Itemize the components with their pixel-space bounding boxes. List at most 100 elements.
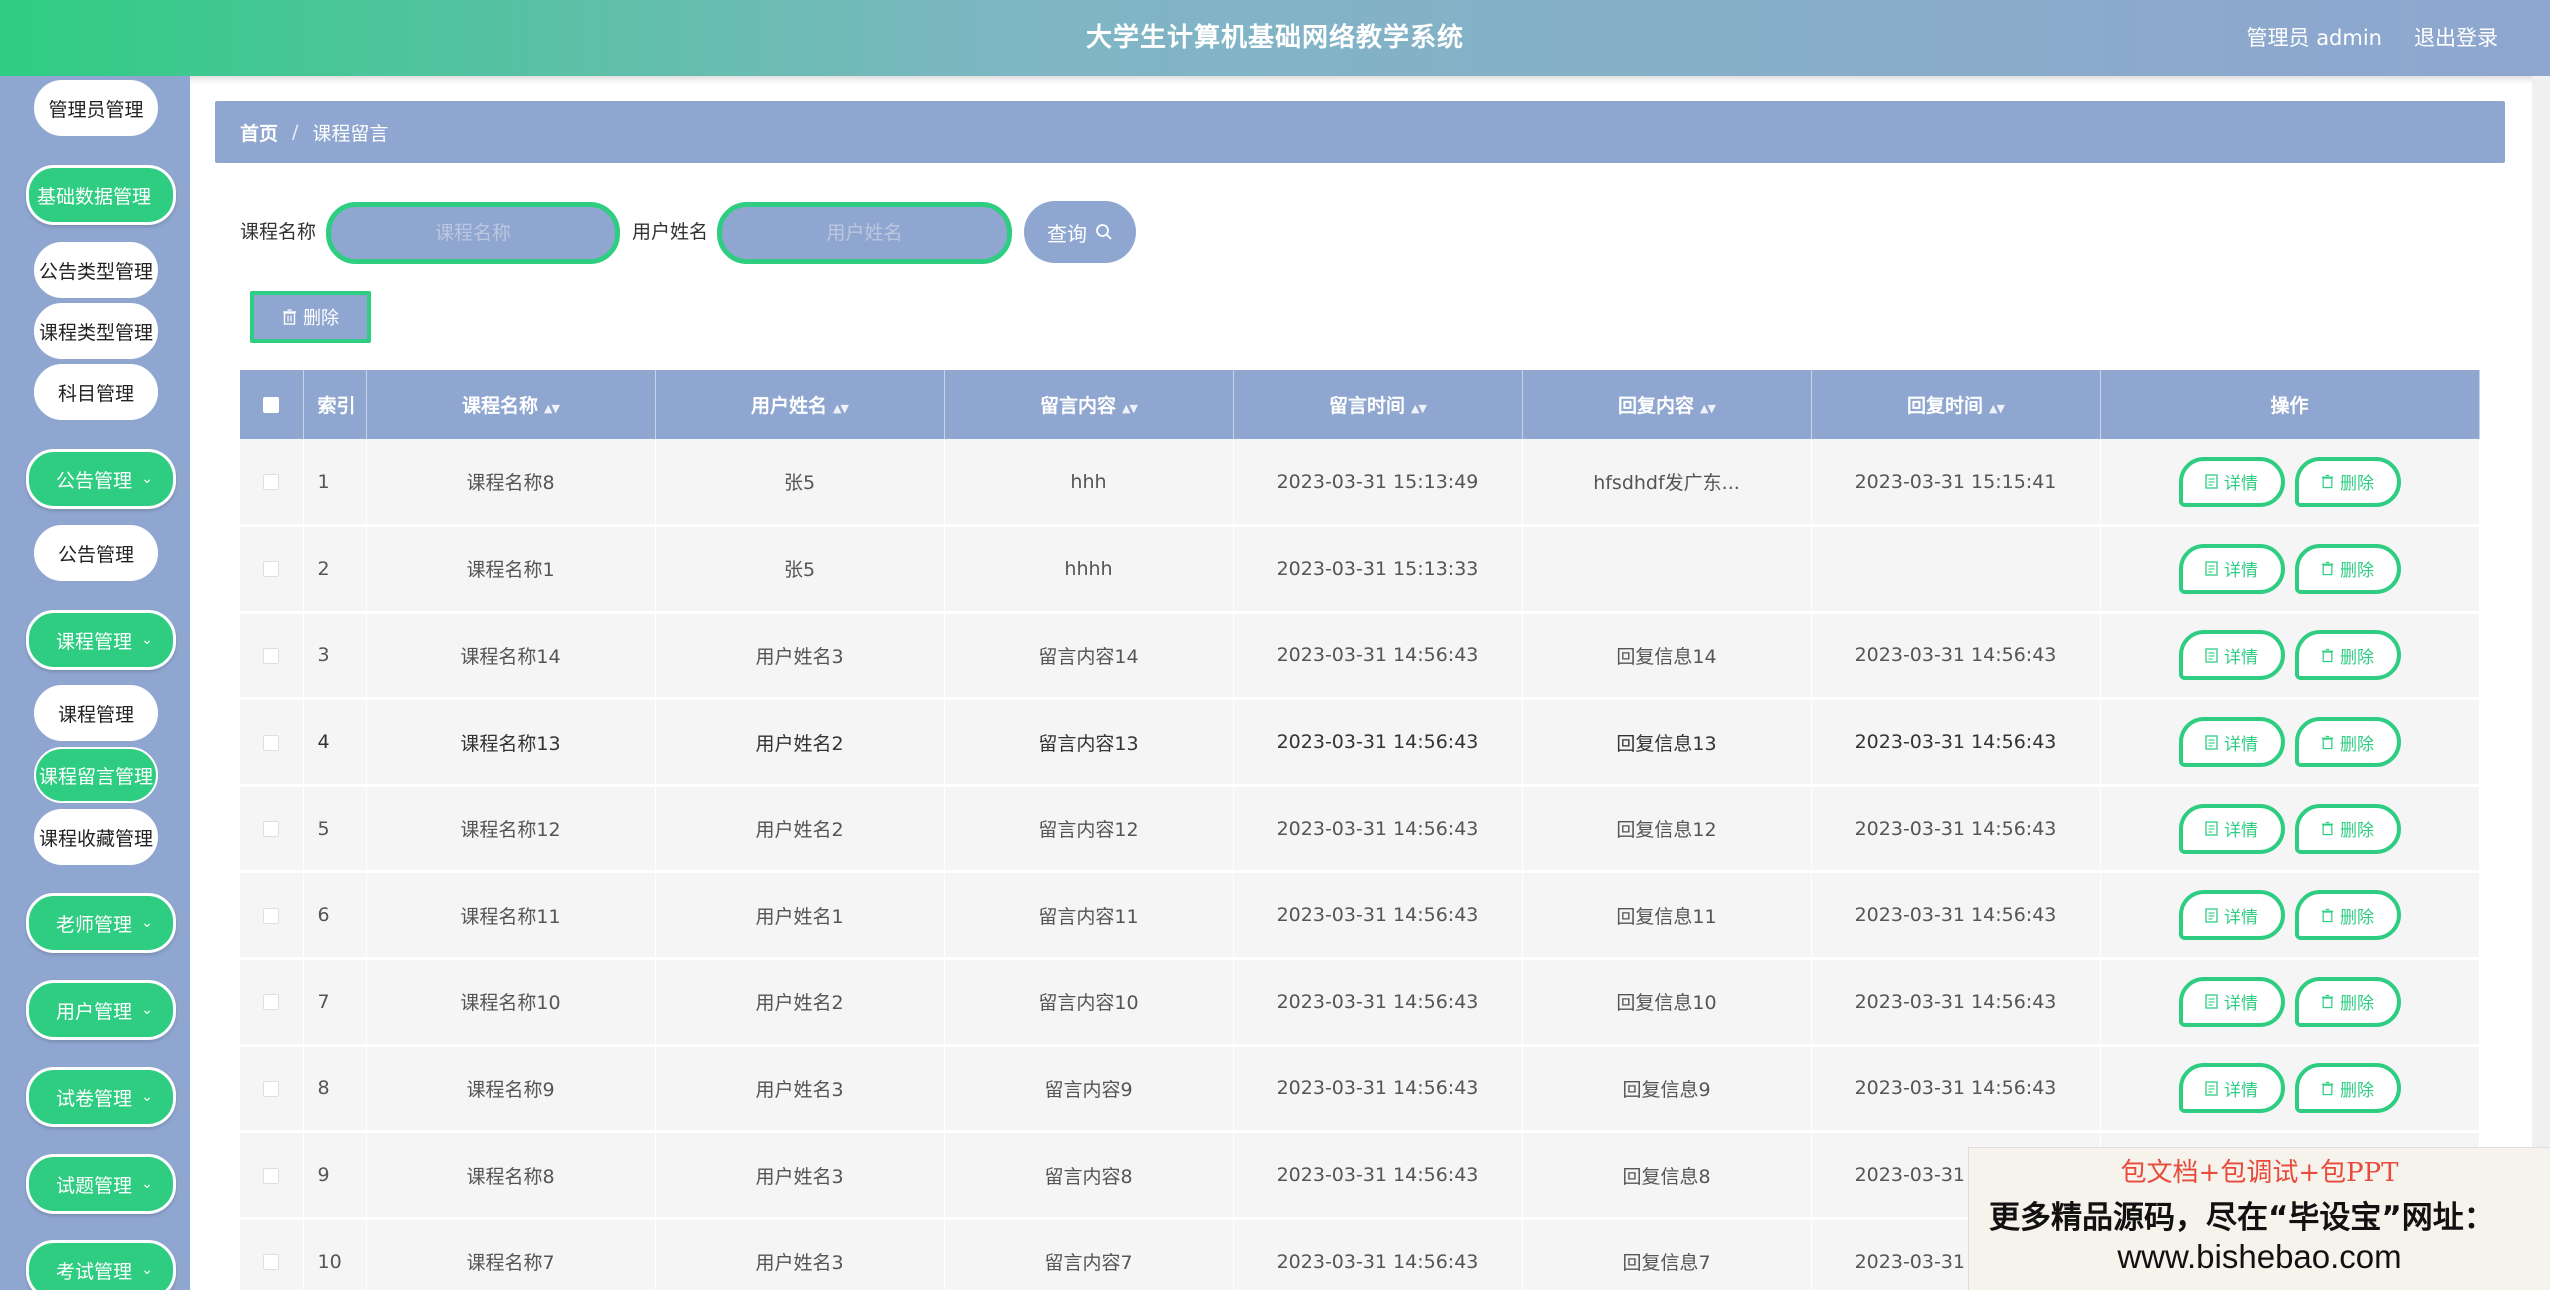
delete-button[interactable]: 删除 <box>2294 1063 2401 1114</box>
delete-button[interactable]: 删除 <box>2294 543 2401 594</box>
column-header-2[interactable]: 用户姓名 ▲▼ <box>655 370 945 439</box>
ad-banner: 包文档+包调试+包PPT 更多精品源码，尽在“毕设宝”网址： www.bishe… <box>1968 1147 2550 1290</box>
row-checkbox[interactable] <box>263 1167 280 1184</box>
query-button[interactable]: 查询 <box>1024 201 1136 263</box>
column-header-label: 留言时间 <box>1329 395 1406 417</box>
batch-delete-button[interactable]: 删除 <box>250 291 371 343</box>
sidebar-item-label: 考试管理 <box>55 1260 132 1283</box>
table-cell: 2023-03-31 14:56:43 <box>1233 785 1523 874</box>
sidebar-item-10[interactable]: 课程收藏管理 <box>34 809 158 865</box>
course-name-input[interactable] <box>326 202 620 264</box>
table-cell: 回复信息8 <box>1522 1131 1812 1220</box>
trash-icon <box>2321 821 2334 836</box>
page-scrollbar[interactable] <box>2532 76 2550 1290</box>
sidebar-item-0[interactable]: 管理员管理 <box>34 80 158 136</box>
detail-button[interactable]: 详情 <box>2178 543 2285 594</box>
delete-label: 删除 <box>2340 561 2374 582</box>
delete-label: 删除 <box>2340 821 2374 842</box>
sidebar-item-7[interactable]: 课程管理 ⌄ <box>26 610 176 670</box>
sidebar-item-1[interactable]: 基础数据管理 ⌄ <box>26 165 176 225</box>
column-header-1[interactable]: 课程名称 ▲▼ <box>366 370 656 439</box>
delete-button[interactable]: 删除 <box>2294 890 2401 941</box>
column-header-5[interactable]: 回复内容 ▲▼ <box>1522 370 1812 439</box>
logout-link[interactable]: 退出登录 <box>2414 0 2498 76</box>
detail-button[interactable]: 详情 <box>2178 976 2285 1027</box>
sidebar-item-4[interactable]: 科目管理 <box>34 364 158 420</box>
row-select-cell <box>240 698 304 787</box>
column-header-label: 留言内容 <box>1040 395 1117 417</box>
sidebar-item-8[interactable]: 课程管理 <box>34 685 158 741</box>
sidebar-item-6[interactable]: 公告管理 <box>34 525 158 581</box>
table-cell: 6 <box>303 871 367 961</box>
table-header-row: 索引 课程名称 ▲▼ 用户姓名 ▲▼ 留言内容 ▲▼ 留言时间 ▲▼ 回复内容 ▲▼ 回复时间 ▲▼ 操作 <box>240 370 2480 439</box>
detail-button[interactable]: 详情 <box>2178 717 2285 768</box>
ad-url: www.bishebao.com <box>2117 1238 2402 1275</box>
sidebar-item-5[interactable]: 公告管理 ⌄ <box>26 449 176 509</box>
table-cell: 课程名称12 <box>366 785 656 874</box>
sidebar-item-2[interactable]: 公告类型管理 <box>34 242 158 298</box>
table-cell: 留言内容11 <box>944 871 1234 961</box>
row-select-cell <box>240 785 304 874</box>
table-cell: 课程名称11 <box>366 871 656 961</box>
delete-button[interactable]: 删除 <box>2294 456 2401 507</box>
delete-button[interactable]: 删除 <box>2294 976 2401 1027</box>
sidebar-item-label: 公告管理 <box>55 469 132 492</box>
sidebar-item-11[interactable]: 老师管理 ⌄ <box>26 893 176 953</box>
ad-line-1: 包文档+包调试+包PPT <box>2120 1158 2399 1188</box>
table-cell: 张5 <box>655 525 945 614</box>
row-checkbox[interactable] <box>263 474 280 491</box>
detail-button[interactable]: 详情 <box>2178 630 2285 681</box>
table-cell: 用户姓名2 <box>655 698 945 787</box>
sidebar-item-12[interactable]: 用户管理 ⌄ <box>26 980 176 1040</box>
detail-button[interactable]: 详情 <box>2178 890 2285 941</box>
detail-label: 详情 <box>2224 821 2258 842</box>
user-name-label: 用户姓名 <box>632 221 709 243</box>
row-checkbox[interactable] <box>263 561 280 578</box>
delete-button[interactable]: 删除 <box>2294 717 2401 768</box>
delete-button[interactable]: 删除 <box>2294 803 2401 854</box>
row-checkbox[interactable] <box>263 734 280 751</box>
row-select-cell <box>240 1045 304 1134</box>
detail-button[interactable]: 详情 <box>2178 1063 2285 1114</box>
row-checkbox[interactable] <box>263 647 280 664</box>
row-checkbox[interactable] <box>263 907 280 924</box>
chevron-down-icon: ⌄ <box>141 471 153 487</box>
sort-icon[interactable]: ▲▼ <box>1989 402 2005 415</box>
sidebar-item-9[interactable]: 课程留言管理 <box>34 747 158 803</box>
sidebar-item-13[interactable]: 试卷管理 ⌄ <box>26 1067 176 1127</box>
sort-icon[interactable]: ▲▼ <box>1411 402 1427 415</box>
sort-icon[interactable]: ▲▼ <box>1122 402 1138 415</box>
sidebar-item-14[interactable]: 试题管理 ⌄ <box>26 1154 176 1214</box>
sidebar-item-label: 试题管理 <box>55 1174 132 1197</box>
column-header-3[interactable]: 留言内容 ▲▼ <box>944 370 1234 439</box>
sidebar-item-label: 课程管理 <box>55 630 132 653</box>
sidebar-item-15[interactable]: 考试管理 ⌄ <box>26 1240 176 1290</box>
column-header-6[interactable]: 回复时间 ▲▼ <box>1811 370 2101 439</box>
breadcrumb-home[interactable]: 首页 <box>240 119 278 146</box>
user-name-input[interactable] <box>717 202 1012 264</box>
column-header-4[interactable]: 留言时间 ▲▼ <box>1233 370 1523 439</box>
select-all-checkbox[interactable] <box>263 397 280 413</box>
chevron-down-icon: ⌄ <box>141 187 153 203</box>
row-checkbox[interactable] <box>263 1080 280 1097</box>
sidebar-item-label: 老师管理 <box>55 913 132 936</box>
table-cell: 回复信息13 <box>1522 698 1812 787</box>
table-cell: 回复信息14 <box>1522 612 1812 701</box>
row-checkbox[interactable] <box>263 1254 280 1271</box>
sort-icon[interactable]: ▲▼ <box>1700 402 1716 415</box>
detail-button[interactable]: 详情 <box>2178 456 2285 507</box>
row-checkbox[interactable] <box>263 821 280 838</box>
sort-icon[interactable]: ▲▼ <box>833 402 849 415</box>
sort-icon[interactable]: ▲▼ <box>544 402 560 415</box>
row-select-cell <box>240 1131 304 1220</box>
row-checkbox[interactable] <box>263 994 280 1011</box>
top-header: 大学生计算机基础网络教学系统 管理员 admin 退出登录 <box>0 0 2550 76</box>
delete-button[interactable]: 删除 <box>2294 630 2401 681</box>
detail-button[interactable]: 详情 <box>2178 803 2285 854</box>
sidebar-item-3[interactable]: 课程类型管理 <box>34 303 158 359</box>
table-row: 8 课程名称9 用户姓名3 留言内容9 2023-03-31 14:56:43 回复信息9… <box>240 1045 2480 1134</box>
table-cell: 课程名称13 <box>366 698 656 787</box>
table-cell: 用户姓名2 <box>655 785 945 874</box>
batch-delete-label: 删除 <box>303 308 339 329</box>
trash-icon <box>2321 995 2334 1009</box>
